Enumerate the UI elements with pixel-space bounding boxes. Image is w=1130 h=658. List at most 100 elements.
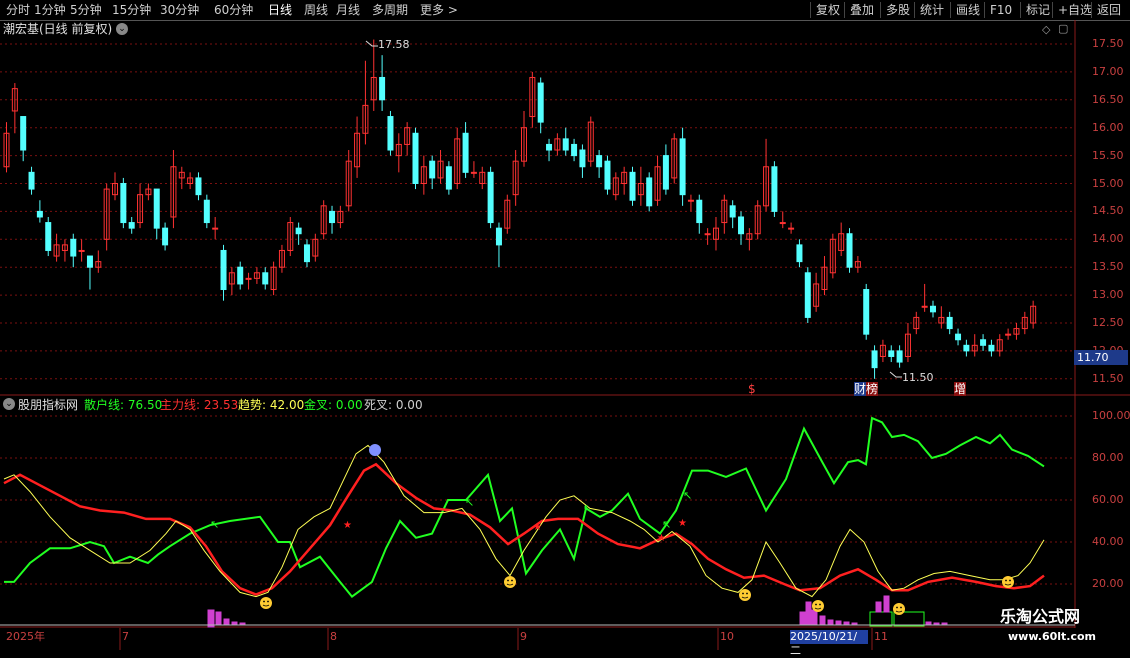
candle-up — [921, 305, 928, 308]
candle-down — [729, 205, 736, 218]
candle-down — [487, 171, 494, 224]
high-price-label: 17.58 — [378, 38, 410, 51]
price-tick: 15.00 — [1092, 176, 1124, 190]
candle-down — [70, 238, 77, 257]
candle-up — [704, 233, 711, 236]
volume-bar — [805, 601, 812, 626]
candle-down — [963, 344, 970, 352]
price-tick: 11.50 — [1092, 371, 1124, 385]
indicator-value: 主力线: 23.53 — [160, 398, 239, 412]
face-eye — [746, 592, 748, 595]
candle-down — [20, 116, 27, 151]
candle-down — [738, 216, 745, 235]
candle-down — [604, 160, 611, 190]
red-star-icon: ★ — [678, 518, 687, 529]
green-arrow-icon: ↖ — [210, 518, 219, 531]
candle-down — [195, 177, 202, 196]
candle-down — [86, 255, 93, 268]
candle-down — [36, 210, 43, 218]
volume-bar — [883, 595, 890, 613]
indicator-value: 趋势: 42.00 — [238, 398, 305, 412]
candle-up — [687, 199, 694, 202]
happy-face-icon — [260, 597, 272, 609]
low-price-label: 11.50 — [902, 371, 934, 384]
volume-bar — [207, 609, 215, 628]
green-arrow-icon: ↖ — [465, 496, 474, 509]
green-arrow-icon: ↖ — [583, 502, 592, 515]
watermark-logo: 乐淘公式网 www.60lt.com — [980, 609, 1130, 650]
candle-down — [896, 350, 903, 363]
candle-down — [546, 143, 553, 151]
candle-down — [237, 266, 244, 285]
event-marker-increase[interactable]: 增 — [954, 382, 967, 396]
candle-down — [220, 249, 227, 291]
diamond-icon[interactable]: ◇ — [1042, 23, 1050, 37]
indicator-value: 散户线: 76.50 — [84, 398, 163, 412]
candle-down — [980, 339, 987, 346]
time-tick: 7 — [122, 630, 129, 643]
candle-down — [871, 350, 878, 369]
candle-down — [303, 244, 310, 263]
main-chart-title: 潮宏基(日线 前复权) — [3, 22, 113, 36]
face-eye — [819, 603, 821, 606]
candle-down — [28, 171, 35, 190]
candle-up — [779, 222, 786, 225]
candle-up — [788, 227, 795, 230]
candle-down — [988, 344, 995, 352]
volume-bar — [223, 618, 230, 626]
candle-down — [412, 132, 419, 184]
face-eye — [267, 600, 269, 603]
indicator-name: 股朋指标网 — [18, 398, 79, 412]
indicator-value: 金叉: 0.00 — [304, 398, 363, 412]
candle-down — [445, 166, 452, 190]
cursor-date: 2025/10/21/二 — [790, 630, 868, 657]
price-tick: 17.00 — [1092, 64, 1124, 78]
price-tick: 13.50 — [1092, 260, 1124, 274]
volume-bar — [811, 609, 818, 626]
candle-down — [295, 227, 302, 235]
candle-down — [571, 143, 578, 157]
event-marker-list[interactable]: 榜 — [866, 382, 879, 396]
event-marker-s[interactable]: $ — [748, 382, 756, 396]
candle-down — [128, 222, 135, 229]
face-eye — [511, 579, 513, 582]
candle-up — [470, 171, 477, 174]
candle-down — [262, 272, 269, 285]
happy-face-icon — [739, 589, 751, 601]
candle-down — [888, 350, 895, 357]
face-eye — [742, 592, 744, 595]
candle-down — [955, 333, 962, 341]
chevron-down-icon[interactable]: ⌄ — [116, 23, 128, 35]
face-eye — [507, 579, 509, 582]
candle-down — [771, 166, 778, 212]
event-marker-finance[interactable]: 财 — [854, 382, 867, 396]
candle-down — [379, 76, 386, 101]
price-tick: 16.00 — [1092, 120, 1124, 134]
face-eye — [1009, 579, 1011, 582]
red-star-icon: ★ — [533, 522, 542, 533]
candle-down — [203, 199, 210, 224]
candle-down — [562, 138, 569, 151]
candle-down — [462, 132, 469, 173]
volume-bar — [827, 619, 834, 626]
candle-down — [579, 149, 586, 168]
stock-chart: ★ ★ ★ ★ ↖ ↖ ↖ ↖ ↖ — [0, 20, 1130, 650]
candle-down — [162, 227, 169, 246]
candle-down — [863, 289, 870, 335]
indicator-value: 死叉: 0.00 — [364, 398, 423, 412]
trend-line — [3, 444, 1045, 598]
candle-up — [245, 277, 252, 280]
face-eye — [263, 600, 265, 603]
candle-down — [387, 116, 394, 151]
time-tick: 10 — [720, 630, 734, 643]
time-tick: 8 — [330, 630, 337, 643]
settings-icon[interactable]: ▢ — [1058, 22, 1068, 36]
time-tick: 2025年 — [6, 630, 45, 643]
green-arrow-icon: ↖ — [662, 518, 671, 531]
happy-face-icon — [893, 603, 905, 615]
indicator-tick: 80.00 — [1092, 451, 1124, 464]
candle-down — [679, 138, 686, 196]
indicator-menu-icon[interactable]: ⌄ — [3, 398, 15, 410]
candle-down — [429, 160, 436, 179]
candle-down — [153, 188, 160, 229]
